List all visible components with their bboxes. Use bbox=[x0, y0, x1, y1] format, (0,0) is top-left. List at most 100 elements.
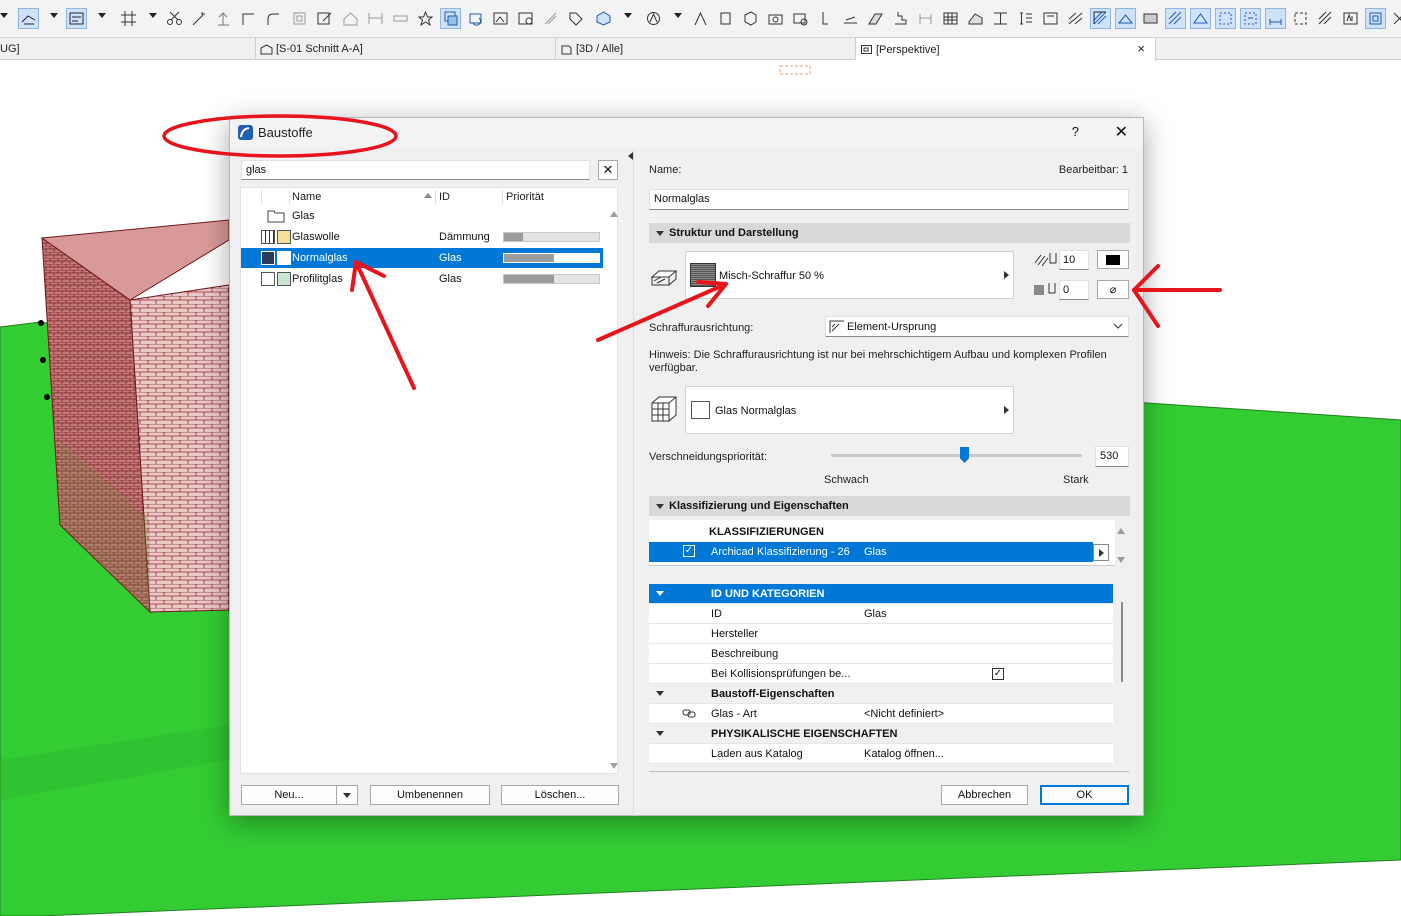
cancel-button[interactable]: Abbrechen bbox=[941, 785, 1028, 805]
column-icon[interactable] bbox=[815, 8, 836, 29]
dropdown-caret-icon[interactable] bbox=[624, 13, 632, 18]
property-row[interactable]: Laden aus Katalog Katalog öffnen... bbox=[649, 744, 1113, 764]
beam-icon[interactable] bbox=[990, 8, 1011, 29]
layers-icon[interactable] bbox=[440, 8, 461, 29]
help-button[interactable]: ? bbox=[1072, 124, 1079, 139]
property-value[interactable]: <Nicht definiert> bbox=[864, 708, 944, 720]
collapse-arrow-icon[interactable] bbox=[628, 152, 633, 160]
search-input[interactable]: glas bbox=[241, 160, 590, 180]
section-header-classification[interactable]: Klassifizierung und Eigenschaften bbox=[649, 496, 1130, 516]
dialog-close-button[interactable]: ✕ bbox=[1115, 122, 1128, 142]
ok-button[interactable]: OK bbox=[1040, 785, 1129, 805]
object-icon[interactable] bbox=[715, 8, 736, 29]
cut-fill-icon[interactable] bbox=[1165, 8, 1186, 29]
bg-color-button[interactable]: ⌀ bbox=[1097, 280, 1129, 299]
render-icon[interactable] bbox=[790, 8, 811, 29]
figure-icon[interactable] bbox=[690, 8, 711, 29]
list-item[interactable]: Profilitglas Glas bbox=[241, 269, 603, 289]
tab-section[interactable]: [S-01 Schnitt A-A] bbox=[256, 38, 556, 60]
fg-pen-field[interactable]: 10 bbox=[1059, 250, 1089, 270]
surface-picker[interactable]: Glas Normalglas bbox=[685, 386, 1014, 434]
roof-icon[interactable] bbox=[340, 8, 361, 29]
property-row[interactable]: Bei Kollisionsprüfungen be... ✓ bbox=[649, 664, 1113, 684]
bounding-box-icon[interactable] bbox=[1290, 8, 1311, 29]
zone-icon[interactable] bbox=[1040, 8, 1061, 29]
classification-picker-button[interactable] bbox=[1093, 544, 1109, 561]
shape-icon[interactable] bbox=[643, 8, 664, 29]
priority-slider[interactable] bbox=[831, 447, 1082, 463]
hatch-outline-icon[interactable] bbox=[1190, 8, 1211, 29]
dropdown-caret-icon[interactable] bbox=[674, 13, 682, 18]
property-row[interactable]: Hersteller bbox=[649, 624, 1113, 644]
new-button[interactable]: Neu... bbox=[241, 785, 337, 805]
property-group[interactable]: Baustoff-Eigenschaften bbox=[649, 684, 1113, 704]
priority-slider-thumb[interactable] bbox=[960, 447, 970, 463]
scroll-down-icon[interactable] bbox=[610, 763, 618, 769]
elevate-icon[interactable] bbox=[213, 8, 234, 29]
column-header-name[interactable]: Name bbox=[292, 191, 321, 203]
fg-color-button[interactable] bbox=[1097, 250, 1129, 269]
pattern-icon[interactable] bbox=[1315, 8, 1336, 29]
dimension-value-icon[interactable] bbox=[1265, 8, 1286, 29]
dimension-icon[interactable] bbox=[390, 8, 411, 29]
shell-icon[interactable] bbox=[965, 8, 986, 29]
column-header-id[interactable]: ID bbox=[439, 191, 450, 203]
dropdown-caret-icon[interactable] bbox=[98, 13, 106, 18]
tag-icon[interactable] bbox=[565, 8, 586, 29]
property-row[interactable]: Beschreibung bbox=[649, 644, 1113, 664]
tab-floorplan[interactable]: UG] bbox=[0, 38, 256, 60]
cut-fill-picker[interactable]: Misch-Schraffur 50 % bbox=[685, 251, 1014, 299]
checkbox[interactable]: ✓ bbox=[683, 545, 695, 557]
dropdown-caret-icon[interactable] bbox=[0, 13, 8, 18]
fit-window-icon[interactable] bbox=[1365, 8, 1386, 29]
cube-icon[interactable] bbox=[740, 8, 761, 29]
dialog-titlebar[interactable]: Baustoffe ? ✕ bbox=[230, 118, 1143, 148]
mesh-icon[interactable] bbox=[1065, 8, 1086, 29]
scroll-up-icon[interactable] bbox=[610, 211, 618, 217]
dashed-box-icon[interactable] bbox=[1215, 8, 1236, 29]
material-list[interactable]: Name ID Priorität Glas Glaswolle Dämmung… bbox=[240, 187, 618, 774]
image-icon[interactable] bbox=[490, 8, 511, 29]
camera-icon[interactable] bbox=[765, 8, 786, 29]
priority-value-field[interactable]: 530 bbox=[1095, 446, 1129, 467]
new-options-dropdown[interactable] bbox=[336, 785, 358, 805]
hatch-orientation-select[interactable]: Element-Ursprung bbox=[825, 316, 1129, 337]
3d-box-icon[interactable] bbox=[593, 8, 614, 29]
hatch-icon[interactable] bbox=[865, 8, 886, 29]
property-row[interactable]: Glas - Art <Nicht definiert> bbox=[649, 704, 1113, 724]
dropdown-caret-icon[interactable] bbox=[149, 13, 157, 18]
collision-checkbox[interactable]: ✓ bbox=[992, 668, 1004, 680]
column-header-priority[interactable]: Priorität bbox=[506, 191, 544, 203]
rail-icon[interactable] bbox=[915, 8, 936, 29]
property-group-id[interactable]: ID UND KATEGORIEN bbox=[649, 584, 1113, 604]
clear-search-button[interactable]: ✕ bbox=[598, 160, 618, 180]
wall-tool-icon[interactable] bbox=[18, 8, 39, 29]
rename-button[interactable]: Umbenennen bbox=[370, 785, 490, 805]
image-settings-icon[interactable] bbox=[515, 8, 536, 29]
property-row[interactable]: ID Glas bbox=[649, 604, 1113, 624]
trace-icon[interactable] bbox=[540, 8, 561, 29]
section-fill-icon[interactable] bbox=[1140, 8, 1161, 29]
classification-row[interactable]: ✓ Archicad Klassifizierung - 26 Glas bbox=[649, 542, 1093, 562]
panel-splitter[interactable] bbox=[633, 148, 634, 816]
tab-3d[interactable]: [3D / Alle] bbox=[556, 38, 856, 60]
folder-row[interactable]: Glas bbox=[241, 206, 603, 226]
section-header-structure[interactable]: Struktur und Darstellung bbox=[649, 223, 1130, 243]
property-group[interactable]: PHYSIKALISCHE EIGENSCHAFTEN bbox=[649, 724, 1113, 744]
material-name-field[interactable]: Normalglas bbox=[649, 189, 1129, 210]
surface-hatch-icon[interactable] bbox=[1090, 8, 1111, 29]
star-icon[interactable] bbox=[415, 8, 436, 29]
curtain-wall-icon[interactable] bbox=[940, 8, 961, 29]
list-item-selected[interactable]: Normalglas Glas bbox=[241, 248, 603, 268]
sort-ascending-icon[interactable] bbox=[424, 193, 432, 198]
edit-icon[interactable] bbox=[314, 8, 335, 29]
delete-button[interactable]: Löschen... bbox=[501, 785, 619, 805]
more-tools-icon[interactable] bbox=[1389, 8, 1401, 29]
slab-icon[interactable] bbox=[840, 8, 861, 29]
tab-perspective[interactable]: [Perspektive] × bbox=[856, 38, 1156, 61]
scroll-down-icon[interactable] bbox=[1117, 557, 1125, 563]
scroll-up-icon[interactable] bbox=[1117, 528, 1125, 534]
coordinate-tool-icon[interactable] bbox=[66, 8, 87, 29]
dashed-box-2-icon[interactable] bbox=[1240, 8, 1261, 29]
list-item[interactable]: Glaswolle Dämmung bbox=[241, 227, 603, 247]
